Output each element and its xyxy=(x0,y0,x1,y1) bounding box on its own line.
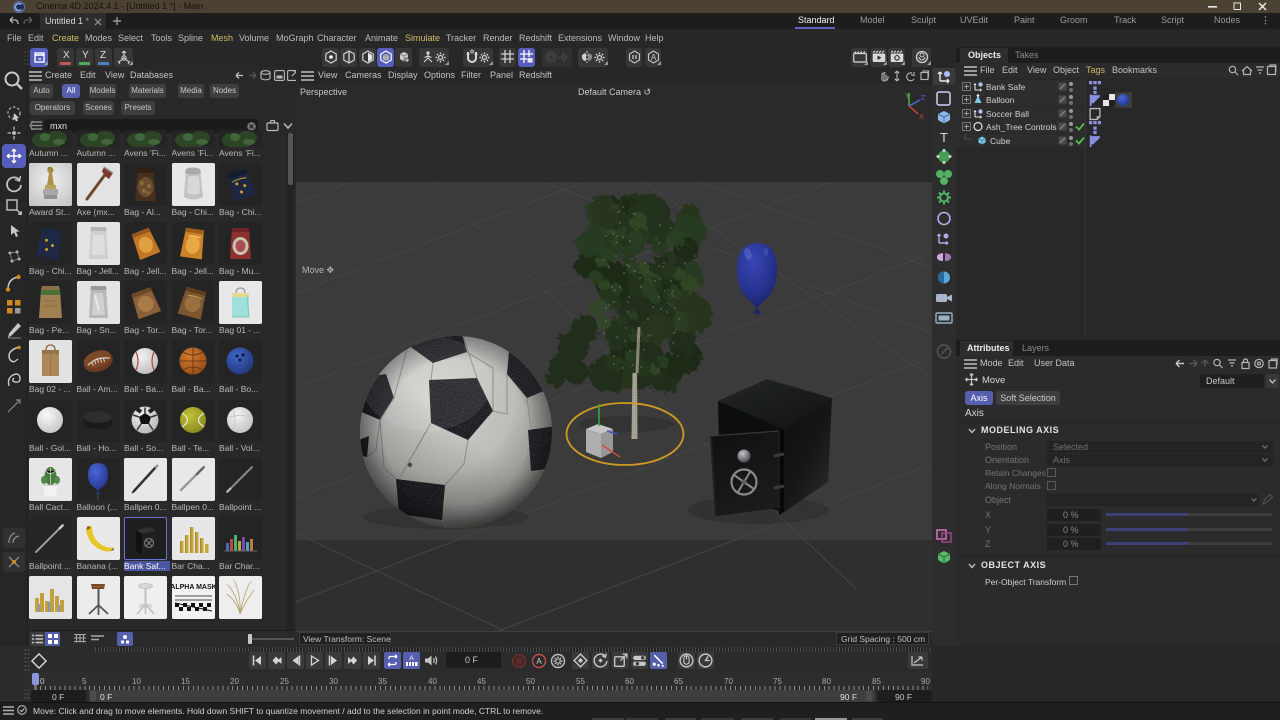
svg-text:X: X xyxy=(919,114,924,121)
svg-text:ALPHA MASK: ALPHA MASK xyxy=(172,584,215,591)
svg-text:A: A xyxy=(409,655,414,662)
svg-text:A: A xyxy=(651,53,657,62)
svg-text:T: T xyxy=(940,130,948,145)
svg-text:Y: Y xyxy=(905,93,910,100)
svg-text:A: A xyxy=(536,657,542,666)
svg-text:Z: Z xyxy=(921,95,926,102)
